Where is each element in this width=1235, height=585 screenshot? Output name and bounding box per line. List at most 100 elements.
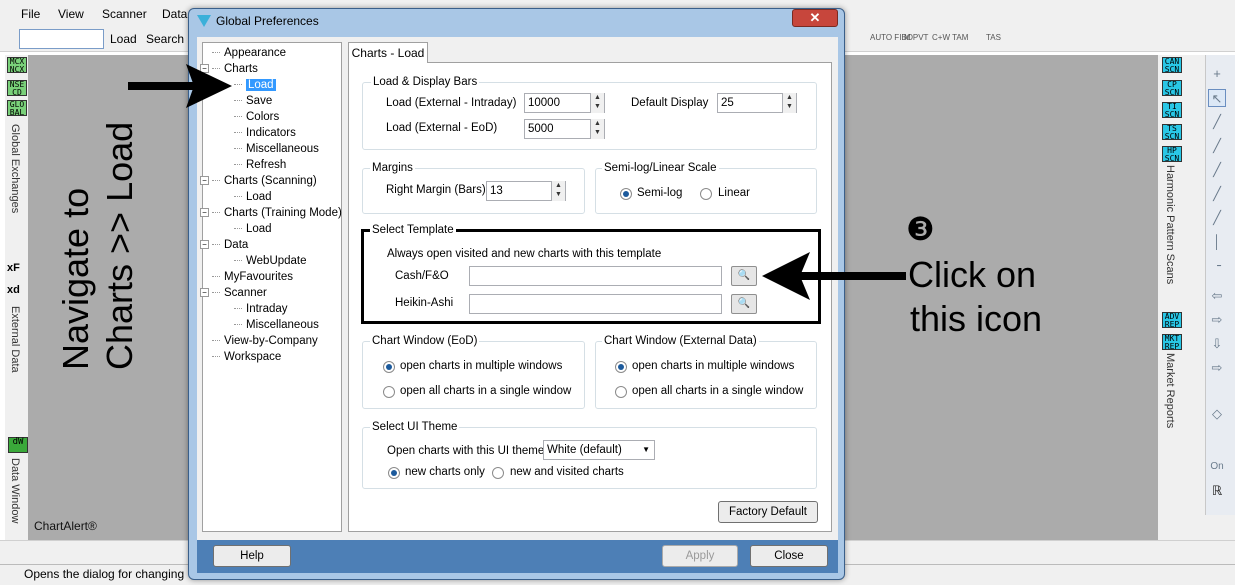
line-tool-icon[interactable]: ╱ xyxy=(1208,137,1226,155)
market-reports-label[interactable]: Market Reports xyxy=(1164,353,1176,428)
ext-multiple-windows-label[interactable]: open charts in multiple windows xyxy=(632,360,794,372)
diamond-icon[interactable]: ◇ xyxy=(1208,405,1226,423)
tree-item[interactable]: − Charts (Training Mode) xyxy=(200,205,342,221)
heikin-ashi-template-input[interactable] xyxy=(469,294,722,314)
eod-single-window-label[interactable]: open all charts in a single window xyxy=(400,385,571,397)
arrow-left-icon[interactable]: ⇦ xyxy=(1208,287,1226,305)
reset-tool-icon[interactable]: ℝ xyxy=(1208,482,1226,500)
dialog-footer xyxy=(197,540,838,573)
eod-load-spinner[interactable]: ▲ ▼ xyxy=(590,119,604,139)
heikin-ashi-browse-icon[interactable]: 🔍 xyxy=(731,294,757,314)
trendline-tool-icon[interactable]: ╱ xyxy=(1208,113,1226,131)
tree-item[interactable]: Miscellaneous xyxy=(212,317,340,333)
mcx-ncx-tab[interactable]: MCX NCX xyxy=(7,57,27,74)
chart-pattern-scan-tab[interactable]: CP SCN xyxy=(1162,80,1182,97)
ext-single-window-label[interactable]: open all charts in a single window xyxy=(632,385,803,397)
cash-fo-browse-icon[interactable]: 🔍 xyxy=(731,266,757,286)
symbol-search-input[interactable] xyxy=(19,29,104,49)
tree-expander-icon[interactable]: − xyxy=(200,240,209,249)
tree-item[interactable]: WebUpdate xyxy=(212,253,340,269)
external-formula-icon[interactable]: xF xyxy=(7,262,27,282)
tree-item[interactable]: − Scanner xyxy=(200,285,340,301)
tree-item[interactable]: − Data xyxy=(200,237,340,253)
tree-item[interactable]: − Charts (Scanning) xyxy=(200,173,340,189)
tree-expander-icon[interactable]: − xyxy=(200,176,209,185)
external-data-icon[interactable]: xd xyxy=(7,284,27,304)
factory-default-button[interactable]: Factory Default xyxy=(718,501,818,523)
crosshair-tool-icon[interactable]: + xyxy=(1208,65,1226,83)
tree-item[interactable]: Appearance xyxy=(212,45,340,61)
tree-expander-icon[interactable]: − xyxy=(200,208,209,217)
new-charts-only-label[interactable]: new charts only xyxy=(405,466,485,478)
pivot-icon[interactable]: M PVT xyxy=(904,33,928,42)
menu-data[interactable]: Data xyxy=(162,7,187,21)
ui-theme-select[interactable]: White (default) ▼ xyxy=(543,440,655,460)
tech-indicator-scan-tab[interactable]: TI SCN xyxy=(1162,102,1182,119)
line-tool-4-icon[interactable]: ╱ xyxy=(1208,209,1226,227)
eod-single-window-radio[interactable] xyxy=(383,386,395,398)
tree-item[interactable]: Load xyxy=(212,221,340,237)
ext-multiple-windows-radio[interactable] xyxy=(615,361,627,373)
tas-icon[interactable]: TAS xyxy=(986,33,1001,42)
close-button[interactable]: Close xyxy=(750,545,828,567)
tree-item[interactable]: Workspace xyxy=(212,349,340,365)
chartalert-watermark: ChartAlert® xyxy=(34,519,97,533)
arrow-to-load-icon xyxy=(128,64,232,108)
linear-radio[interactable] xyxy=(700,188,712,200)
tree-item[interactable]: Colors xyxy=(212,109,340,125)
menu-scanner[interactable]: Scanner xyxy=(102,7,147,21)
new-and-visited-radio[interactable] xyxy=(492,467,504,479)
tree-item[interactable]: Refresh xyxy=(212,157,340,173)
line-tool-3-icon[interactable]: ╱ xyxy=(1208,185,1226,203)
global-exchanges-label[interactable]: Global Exchanges xyxy=(9,124,21,213)
trading-system-scan-tab[interactable]: TS SCN xyxy=(1162,124,1182,141)
apply-button[interactable]: Apply xyxy=(662,545,738,567)
data-window-tab[interactable]: dW xyxy=(8,437,28,453)
tree-item[interactable]: Intraday xyxy=(212,301,340,317)
dialog-close-button[interactable]: ✕ xyxy=(792,9,838,27)
vertical-line-icon[interactable]: │ xyxy=(1208,233,1226,251)
semilog-label[interactable]: Semi-log xyxy=(637,187,682,199)
search-button[interactable]: Search xyxy=(146,32,184,46)
advance-report-tab[interactable]: ADV REP xyxy=(1162,312,1182,329)
tam-icon[interactable]: C+W TAM xyxy=(932,33,968,42)
pointer-tool-icon[interactable]: ↖ xyxy=(1208,89,1226,107)
data-window-label[interactable]: Data Window xyxy=(9,458,21,523)
harmonic-pattern-scans-label[interactable]: Harmonic Pattern Scans xyxy=(1164,165,1176,284)
on-toggle-button[interactable]: On xyxy=(1208,458,1226,476)
arrow-down-icon[interactable]: ⇩ xyxy=(1208,335,1226,353)
external-data-label[interactable]: External Data xyxy=(9,306,21,373)
market-report-tab[interactable]: MKT REP xyxy=(1162,334,1182,351)
menu-file[interactable]: File xyxy=(21,7,40,21)
step-number: ❸ xyxy=(906,211,935,247)
eod-multiple-windows-label[interactable]: open charts in multiple windows xyxy=(400,360,562,372)
menu-view[interactable]: View xyxy=(58,7,84,21)
candle-scan-tab[interactable]: CAN SCN xyxy=(1162,57,1182,74)
global-tab[interactable]: GLO BAL xyxy=(7,100,27,117)
tab-charts-load[interactable]: Charts - Load xyxy=(348,42,428,63)
tree-item[interactable]: MyFavourites xyxy=(212,269,340,285)
right-margin-spinner[interactable]: ▲ ▼ xyxy=(551,181,565,201)
cash-fo-template-input[interactable] xyxy=(469,266,722,286)
linear-label[interactable]: Linear xyxy=(718,187,750,199)
tree-item[interactable]: Load xyxy=(212,189,340,205)
default-display-spinner[interactable]: ▲ ▼ xyxy=(782,93,796,113)
tree-item[interactable]: Miscellaneous xyxy=(212,141,340,157)
tree-item[interactable]: View-by-Company xyxy=(212,333,340,349)
intraday-load-spinner[interactable]: ▲ ▼ xyxy=(590,93,604,113)
ext-single-window-radio[interactable] xyxy=(615,386,627,398)
new-and-visited-label[interactable]: new and visited charts xyxy=(510,466,624,478)
load-button[interactable]: Load xyxy=(110,32,137,46)
harmonic-pattern-scan-tab[interactable]: HP SCN xyxy=(1162,146,1182,163)
semilog-radio[interactable] xyxy=(620,188,632,200)
arrow-right-icon[interactable]: ⇨ xyxy=(1208,311,1226,329)
nse-cd-tab[interactable]: NSE CD xyxy=(7,80,27,97)
help-button[interactable]: Help xyxy=(213,545,291,567)
new-charts-only-radio[interactable] xyxy=(388,467,400,479)
horizontal-line-icon[interactable]: ╶ xyxy=(1208,257,1226,275)
eod-multiple-windows-radio[interactable] xyxy=(383,361,395,373)
tree-expander-icon[interactable]: − xyxy=(200,288,209,297)
line-tool-2-icon[interactable]: ╱ xyxy=(1208,161,1226,179)
tree-item[interactable]: Indicators xyxy=(212,125,340,141)
arrow-right-2-icon[interactable]: ⇨ xyxy=(1208,359,1226,377)
